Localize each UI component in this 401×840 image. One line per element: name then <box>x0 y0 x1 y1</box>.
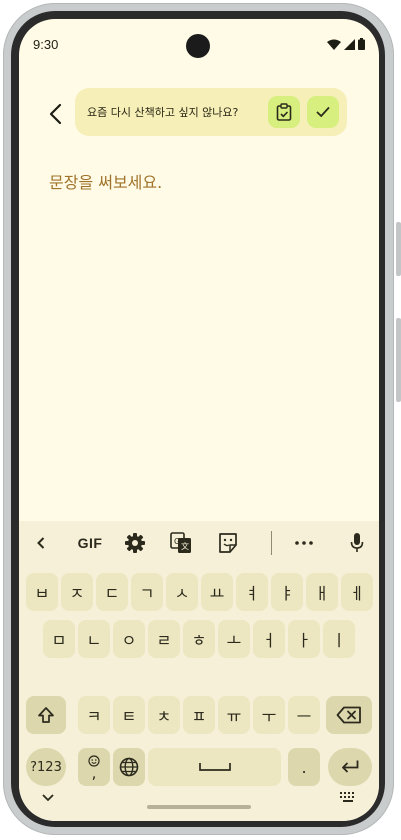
key-b[interactable]: ㅂ <box>26 573 58 611</box>
key-eo[interactable]: ㅓ <box>253 620 285 658</box>
key-yu[interactable]: ㅠ <box>218 696 250 734</box>
more-horizontal-icon <box>295 541 313 545</box>
key-a[interactable]: ㅏ <box>288 620 320 658</box>
key-t[interactable]: ㅌ <box>113 696 145 734</box>
key-r[interactable]: ㄹ <box>148 620 180 658</box>
shift-key[interactable] <box>26 696 66 734</box>
backspace-key[interactable] <box>326 696 372 734</box>
suggestion-chip: 요즘 다시 산책하고 싶지 않나요? <box>75 88 347 136</box>
backspace-icon <box>336 706 361 724</box>
wifi-icon <box>327 39 341 50</box>
space-bar-icon <box>198 763 231 771</box>
shift-icon <box>38 707 54 723</box>
key-ae[interactable]: ㅐ <box>306 573 338 611</box>
home-indicator[interactable] <box>147 805 251 809</box>
editor-text[interactable]: 문장을 써보세요. <box>49 169 162 193</box>
voice-input-button[interactable] <box>346 531 368 555</box>
svg-text:G: G <box>174 537 180 546</box>
translate-icon: G 文 <box>170 532 191 553</box>
gif-button[interactable]: GIF <box>73 531 107 555</box>
sticker-button[interactable] <box>215 531 241 555</box>
key-m[interactable]: ㅁ <box>43 620 75 658</box>
key-j[interactable]: ㅈ <box>61 573 93 611</box>
suggestion-text: 요즘 다시 산책하고 싶지 않나요? <box>87 106 239 119</box>
collapse-toolbar-button[interactable] <box>31 531 51 555</box>
key-ng[interactable]: ㅇ <box>113 620 145 658</box>
key-u[interactable]: ㅜ <box>253 696 285 734</box>
key-p[interactable]: ㅍ <box>183 696 215 734</box>
key-ch[interactable]: ㅊ <box>148 696 180 734</box>
navigation-bar <box>19 773 379 821</box>
key-k[interactable]: ㅋ <box>78 696 110 734</box>
back-arrow-icon[interactable] <box>47 103 65 125</box>
gear-icon <box>125 533 145 553</box>
accept-suggestion-button[interactable] <box>307 96 339 128</box>
key-n[interactable]: ㄴ <box>78 620 110 658</box>
keyboard-switch-icon[interactable] <box>339 791 357 803</box>
microphone-icon <box>350 533 364 552</box>
keyboard: GIF G 文 ㅂ ㅈ ㄷ ㄱ ㅅ ㅛ ㅕ ㅑ ㅐ ㅔ ㅁ ㄴ ㅇ ㄹ ㅎ ㅗ … <box>19 521 379 821</box>
keyboard-toolbar: GIF G 文 <box>19 521 379 565</box>
key-g[interactable]: ㄱ <box>131 573 163 611</box>
key-ya[interactable]: ㅑ <box>271 573 303 611</box>
hide-keyboard-icon[interactable] <box>41 793 55 802</box>
key-e[interactable]: ㅔ <box>341 573 373 611</box>
power-button <box>396 222 401 276</box>
key-eu[interactable]: ㅡ <box>288 696 320 734</box>
key-s[interactable]: ㅅ <box>166 573 198 611</box>
key-o[interactable]: ㅗ <box>218 620 250 658</box>
svg-text:文: 文 <box>181 541 189 551</box>
battery-icon <box>358 38 365 50</box>
key-h[interactable]: ㅎ <box>183 620 215 658</box>
toolbar-divider <box>271 531 272 555</box>
front-camera <box>186 34 210 58</box>
key-i[interactable]: ㅣ <box>323 620 355 658</box>
screen: 9:30 요즘 다시 산책하고 싶지 않나요? 문장을 써보세요. GIF G … <box>19 19 379 821</box>
key-yo[interactable]: ㅛ <box>201 573 233 611</box>
key-yeo[interactable]: ㅕ <box>236 573 268 611</box>
paste-suggestion-button[interactable] <box>268 96 300 128</box>
sticker-icon <box>219 533 237 553</box>
status-bar: 9:30 <box>19 19 379 71</box>
chevron-left-icon <box>37 537 45 549</box>
clipboard-check-icon <box>276 103 292 121</box>
settings-button[interactable] <box>122 531 148 555</box>
status-icons <box>327 38 365 50</box>
checkmark-icon <box>316 107 330 118</box>
signal-icon <box>344 38 355 50</box>
status-time: 9:30 <box>33 37 59 52</box>
translate-button[interactable]: G 文 <box>168 531 194 555</box>
more-options-button[interactable] <box>291 531 317 555</box>
key-d[interactable]: ㄷ <box>96 573 128 611</box>
volume-button <box>396 318 401 402</box>
